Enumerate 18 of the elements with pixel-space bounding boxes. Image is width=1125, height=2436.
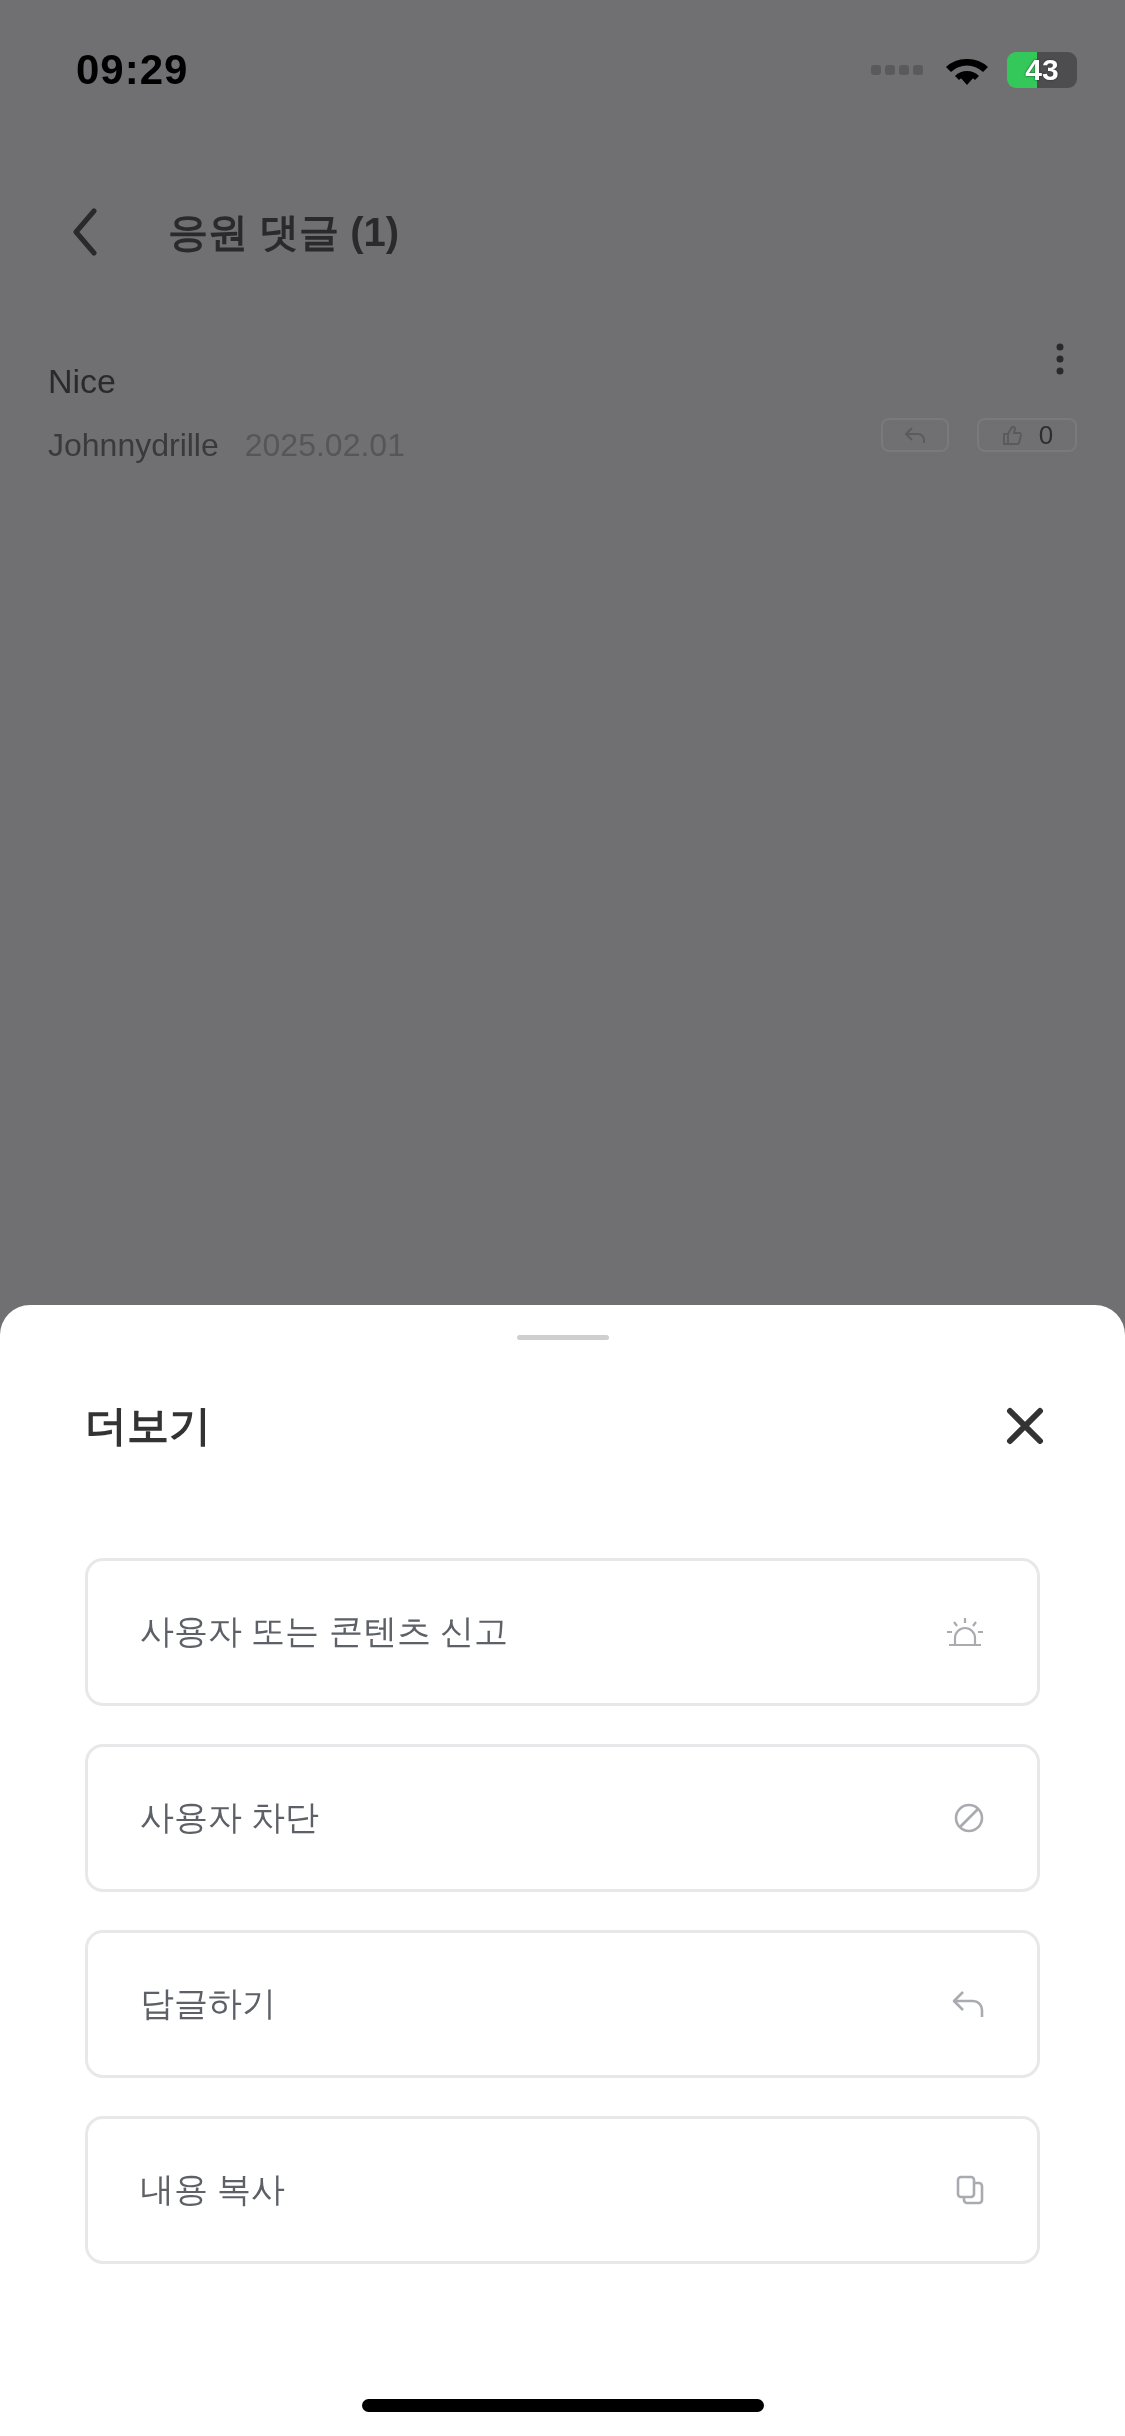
close-icon[interactable] (1005, 1406, 1045, 1446)
comment-author: Johnnydrille (48, 427, 219, 464)
menu-item[interactable]: 사용자 차단 (85, 1744, 1040, 1892)
reply-button[interactable] (881, 418, 949, 452)
more-icon[interactable] (1055, 342, 1065, 376)
status-time: 09:29 (76, 46, 189, 94)
menu-item[interactable]: 사용자 또는 콘텐츠 신고 (85, 1558, 1040, 1706)
drag-handle[interactable] (516, 1335, 609, 1340)
menu-item[interactable]: 내용 복사 (85, 2116, 1040, 2264)
sheet-title: 더보기 (85, 1401, 211, 1451)
page-title: 응원 댓글 (1) (168, 208, 400, 256)
back-icon[interactable] (72, 208, 98, 256)
menu-item[interactable]: 답글하기 (85, 1930, 1040, 2078)
reply-icon (951, 1989, 985, 2019)
copy-icon (955, 2174, 985, 2206)
block-icon (953, 1802, 985, 1834)
siren-icon (945, 1616, 985, 1648)
comment-text: Nice (48, 362, 118, 401)
